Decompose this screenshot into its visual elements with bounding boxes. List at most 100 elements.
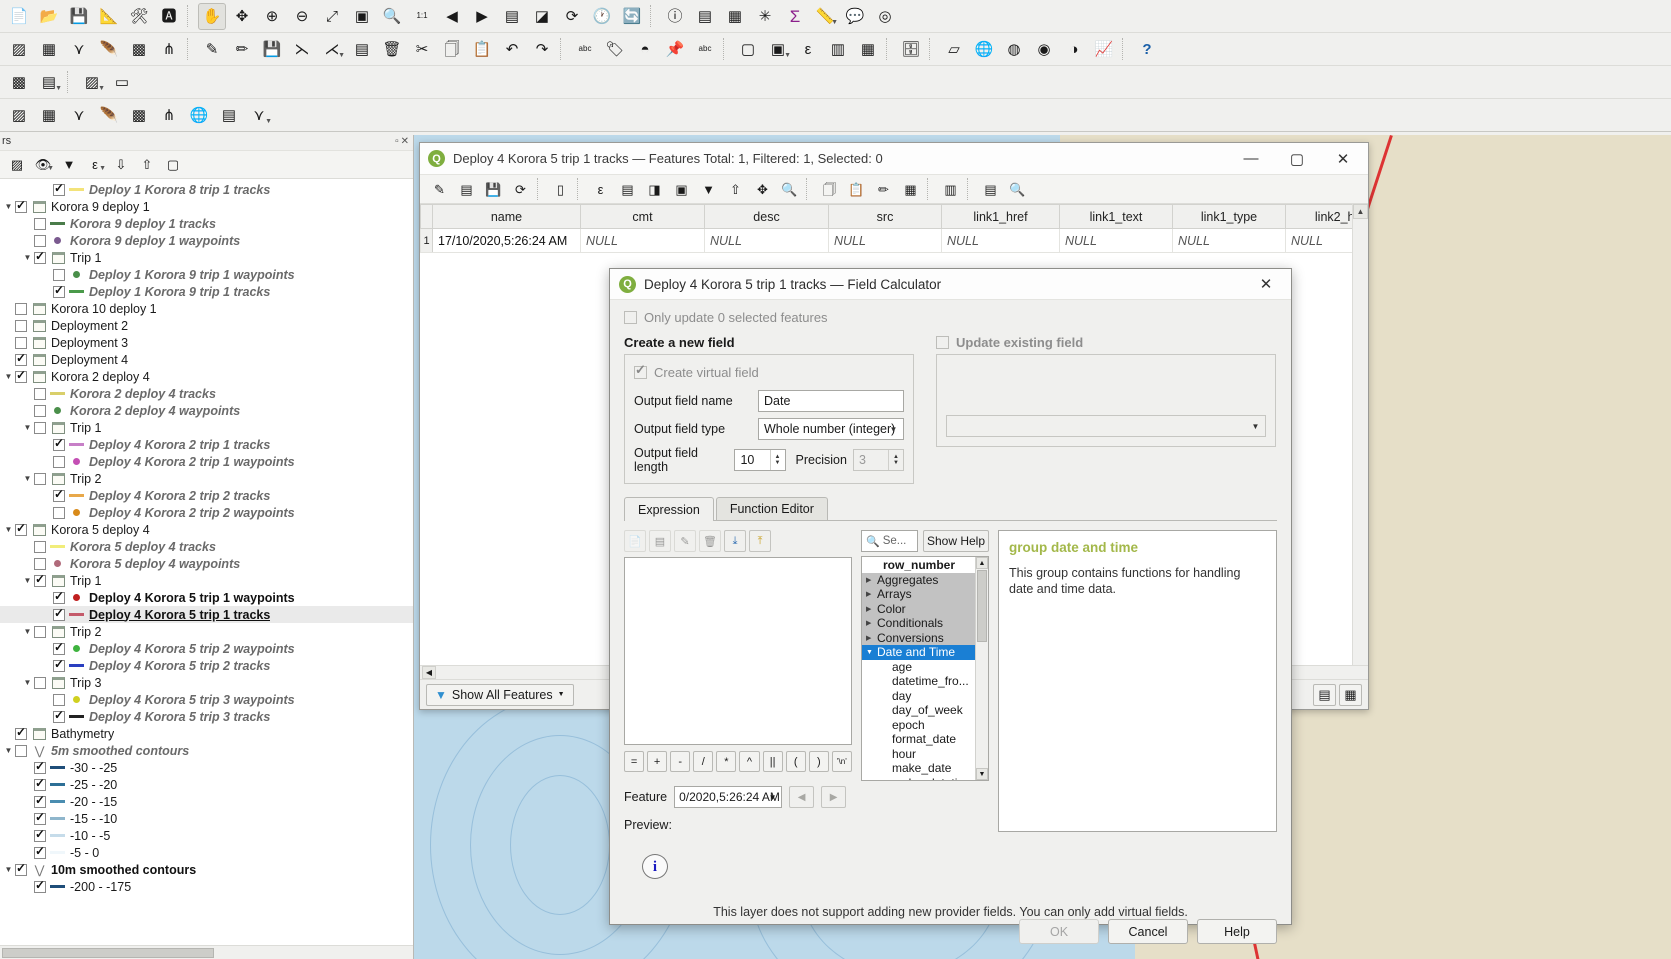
show-all-features-button[interactable]: ▼ Show All Features ▼: [426, 683, 574, 706]
show-help-button[interactable]: Show Help: [923, 530, 989, 552]
layer-visibility-checkbox[interactable]: [15, 744, 27, 757]
statistical-summary-icon[interactable]: Σ: [781, 3, 809, 30]
tab-expression[interactable]: Expression: [624, 497, 714, 521]
open-layer-styling-icon[interactable]: ▨: [5, 154, 29, 176]
copy-selected-icon[interactable]: 🗍: [817, 177, 842, 201]
operator-button-[interactable]: ||: [762, 751, 783, 772]
layer-tree-item[interactable]: ▶ -10 - -5: [0, 827, 413, 844]
layer-labeling-icon[interactable]: 🏷: [601, 36, 629, 63]
expander-toggle-icon[interactable]: ▶: [866, 590, 877, 598]
zoom-next-icon[interactable]: ▶: [468, 3, 496, 30]
expander-toggle-icon[interactable]: ▼: [2, 865, 15, 874]
deselect-features-icon[interactable]: ▢: [734, 36, 762, 63]
existing-field-select[interactable]: ▼: [946, 415, 1266, 437]
layer-tree-item[interactable]: ▶ Deploy 4 Korora 2 trip 2 tracks: [0, 487, 413, 504]
operator-button-[interactable]: *: [716, 751, 737, 772]
copy-features-icon[interactable]: 🗍: [438, 36, 466, 63]
search-input[interactable]: 🔍 Se...: [861, 530, 918, 552]
column-header[interactable]: link1_text: [1059, 204, 1173, 229]
add-delimited-text-layer-icon[interactable]: 🪶: [95, 36, 123, 63]
close-button[interactable]: ✕: [1320, 144, 1366, 174]
operator-button-[interactable]: +: [647, 751, 668, 772]
stepper-arrows-icon[interactable]: ▲ ▼: [888, 450, 903, 470]
add-raster-layer-icon[interactable]: ▦: [35, 36, 63, 63]
function-tree-item[interactable]: hour: [862, 747, 975, 762]
expand-all-icon[interactable]: ⇩: [109, 154, 133, 176]
layer-visibility-checkbox[interactable]: [34, 844, 46, 859]
tab-function-editor[interactable]: Function Editor: [715, 497, 828, 520]
expander-toggle-icon[interactable]: ▼: [21, 253, 34, 262]
layer-visibility-checkbox[interactable]: [34, 540, 46, 553]
only-update-selected-checkbox[interactable]: [624, 311, 637, 324]
function-tree-item[interactable]: day: [862, 689, 975, 704]
layer-visibility-checkbox[interactable]: [34, 878, 46, 893]
only-update-selected-row[interactable]: Only update 0 selected features: [624, 310, 1277, 325]
table-cell[interactable]: NULL: [704, 228, 829, 253]
table-cell[interactable]: NULL: [1285, 228, 1352, 253]
layer-tree-item[interactable]: ▶ Deploy 4 Korora 2 trip 2 waypoints: [0, 504, 413, 521]
expander-toggle-icon[interactable]: ▼: [21, 576, 34, 585]
layer-visibility-checkbox[interactable]: [53, 708, 65, 723]
layer-visibility-checkbox[interactable]: [15, 336, 27, 349]
layer-visibility-checkbox[interactable]: [34, 421, 46, 434]
new-expression-file-icon[interactable]: 📄: [624, 530, 646, 552]
collapse-all-icon[interactable]: ⇧: [135, 154, 159, 176]
layer-tree-item[interactable]: ▼ Korora 9 deploy 1: [0, 198, 413, 215]
layer-tree-item[interactable]: ▶ Korora 5 deploy 4 tracks: [0, 538, 413, 555]
column-header[interactable]: cmt: [580, 204, 705, 229]
function-tree-item[interactable]: epoch: [862, 718, 975, 733]
manage-map-themes-icon[interactable]: 👁 ▼: [31, 154, 55, 176]
delete-selected-icon[interactable]: 🗑: [378, 36, 406, 63]
layer-tree-item[interactable]: ▶ Deploy 4 Korora 5 trip 3 waypoints: [0, 691, 413, 708]
column-header[interactable]: src: [828, 204, 942, 229]
select-by-expression-icon[interactable]: ε: [794, 36, 822, 63]
layer-tree-item[interactable]: ▶ Deployment 4: [0, 351, 413, 368]
zoom-to-selection-icon[interactable]: 🔍: [777, 177, 802, 201]
layer-visibility-checkbox[interactable]: [15, 351, 27, 366]
cut-features-icon[interactable]: ✂: [408, 36, 436, 63]
expander-toggle-icon[interactable]: ▼: [21, 474, 34, 483]
new-3d-map-view-icon[interactable]: ◪: [528, 3, 556, 30]
table-cell[interactable]: NULL: [941, 228, 1060, 253]
reload-table-icon[interactable]: 💾: [481, 177, 506, 201]
function-tree-item[interactable]: make_date: [862, 761, 975, 776]
operator-button-[interactable]: -: [670, 751, 691, 772]
operator-button-[interactable]: /: [693, 751, 714, 772]
delete-selected-icon[interactable]: ▯: [548, 177, 573, 201]
column-header[interactable]: name: [432, 204, 581, 229]
layer-tree-item[interactable]: ▶ Korora 2 deploy 4 waypoints: [0, 402, 413, 419]
add-spatialite-2-icon[interactable]: ⋔: [155, 102, 183, 129]
add-raster-layer-2-icon[interactable]: ▦: [35, 102, 63, 129]
layer-visibility-checkbox[interactable]: [53, 693, 65, 706]
field-calculator-titlebar[interactable]: Q Deploy 4 Korora 5 trip 1 tracks — Fiel…: [610, 269, 1291, 300]
measure-line-icon[interactable]: 📏 ▼: [811, 3, 839, 30]
layer-visibility-checkbox[interactable]: [15, 198, 27, 213]
select-by-expression-icon[interactable]: ε: [588, 177, 613, 201]
zoom-native-icon[interactable]: 1:1: [408, 3, 436, 30]
layer-tree-item[interactable]: ▼ Trip 1: [0, 249, 413, 266]
edit-expression-icon[interactable]: ✎: [674, 530, 696, 552]
layer-visibility-checkbox[interactable]: [53, 181, 65, 196]
save-layer-edits-icon[interactable]: 💾: [258, 36, 286, 63]
show-hide-labels-icon[interactable]: abc: [691, 36, 719, 63]
redo-icon[interactable]: ↷: [528, 36, 556, 63]
expander-toggle-icon[interactable]: ▶: [866, 605, 877, 613]
layer-tree-item[interactable]: ▶ -30 - -25: [0, 759, 413, 776]
layer-tree-item[interactable]: ▶ Deployment 2: [0, 317, 413, 334]
new-print-layout-icon[interactable]: 📐: [95, 3, 123, 30]
expander-toggle-icon[interactable]: ▼: [21, 678, 34, 687]
vertex-tool-icon[interactable]: ⋌ ▼: [318, 36, 346, 63]
expander-toggle-icon[interactable]: ▼: [2, 372, 15, 381]
add-wms-layer-icon[interactable]: 🌐: [185, 102, 213, 129]
refresh-icon[interactable]: ⟳: [558, 3, 586, 30]
layer-tree-item[interactable]: ▶ -20 - -15: [0, 793, 413, 810]
chevron-down-icon[interactable]: ▼: [831, 19, 838, 26]
layer-visibility-checkbox[interactable]: [53, 589, 65, 604]
function-tree[interactable]: row_number ▶ Aggregates ▶ Arrays ▶ Color ▶ Condi…: [861, 556, 989, 781]
layer-tree-item[interactable]: ▼ Korora 5 deploy 4: [0, 521, 413, 538]
help-icon[interactable]: ?: [1133, 36, 1161, 63]
operator-button-n[interactable]: '\n': [831, 751, 852, 772]
function-tree-item[interactable]: ▶ Arrays: [862, 587, 975, 602]
new-shapefile-icon[interactable]: ▱: [940, 36, 968, 63]
add-mesh-layer-2-icon[interactable]: ⋎: [65, 102, 93, 129]
